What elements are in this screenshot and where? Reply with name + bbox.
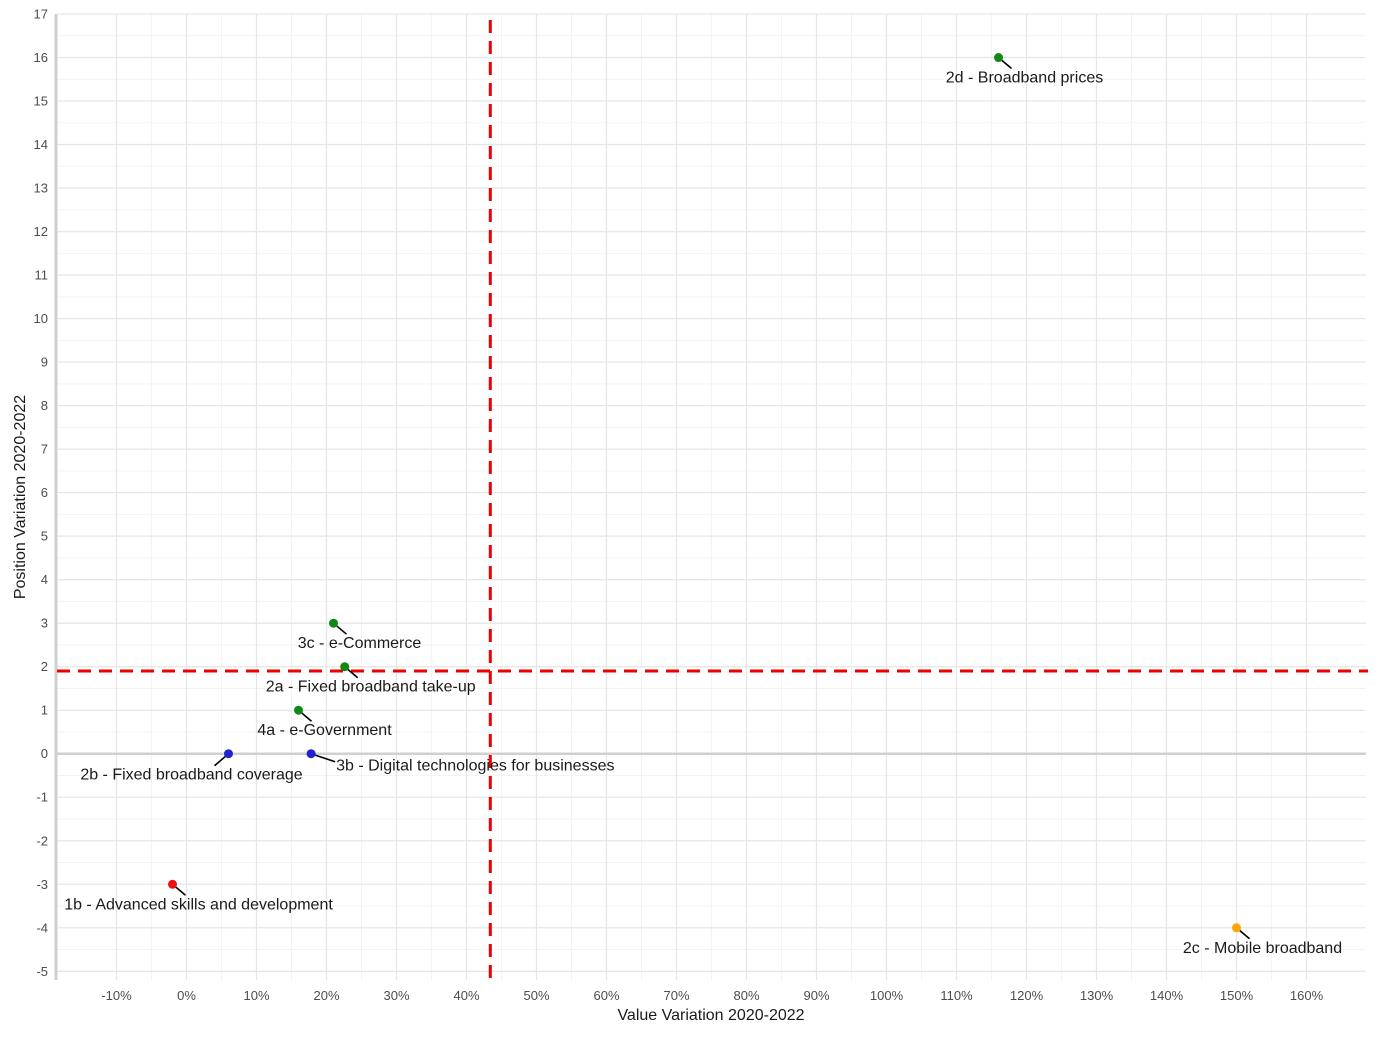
x-tick-label: 0%: [177, 988, 196, 1003]
y-tick-label: -3: [36, 877, 48, 892]
y-tick-label: 1: [41, 703, 48, 718]
data-point: [306, 749, 316, 759]
x-tick-label: 80%: [733, 988, 759, 1003]
point-label: 2c - Mobile broadband: [1183, 940, 1342, 957]
x-tick-label: 100%: [870, 988, 904, 1003]
y-axis-title: Position Variation 2020-2022: [12, 395, 29, 599]
y-tick-label: 11: [35, 268, 49, 283]
data-point: [329, 618, 338, 628]
data-point: [1232, 923, 1241, 933]
point-label: 3b - Digital technologies for businesses: [336, 758, 614, 775]
y-tick-label: 14: [34, 137, 48, 152]
grid-layer: [57, 13, 1366, 980]
data-point: [294, 705, 303, 715]
axis-layer: -10% 0% 10% 20% 30% 40% 50% 60% 70% 80% 90% 100% 110…: [34, 7, 1324, 1004]
x-tick-label: 70%: [663, 988, 689, 1003]
y-tick-label: 3: [41, 616, 48, 631]
x-tick-label: 10%: [243, 988, 269, 1003]
y-tick-label: 5: [41, 529, 48, 544]
point-label: 2b - Fixed broadband coverage: [80, 767, 302, 784]
x-tick-label: 40%: [453, 988, 479, 1003]
point-label: 2d - Broadband prices: [946, 70, 1103, 87]
x-axis-title: Value Variation 2020-2022: [617, 1007, 804, 1024]
x-tick-label: 140%: [1150, 988, 1184, 1003]
y-tick-label: -5: [36, 964, 48, 979]
data-point: [340, 662, 350, 672]
x-tick-label: 110%: [940, 988, 973, 1003]
x-tick-label: 50%: [523, 988, 549, 1003]
y-tick-label: 16: [34, 50, 48, 65]
x-tick-label: 130%: [1080, 988, 1114, 1003]
x-tick-label: 60%: [593, 988, 619, 1003]
chart-svg: -10% 0% 10% 20% 30% 40% 50% 60% 70% 80% 90% 100% 110…: [12, 7, 1368, 1024]
y-tick-label: 9: [41, 355, 48, 370]
x-tick-label: 30%: [383, 988, 409, 1003]
x-tick-label: -10%: [101, 988, 132, 1003]
y-tick-label: 17: [34, 7, 48, 22]
point-label: 3c - e-Commerce: [298, 635, 422, 652]
y-tick-label: 12: [34, 224, 48, 239]
y-tick-label: 15: [34, 94, 48, 109]
y-tick-label: 0: [41, 746, 48, 761]
data-point: [994, 53, 1003, 63]
y-tick-label: 4: [41, 572, 48, 587]
y-tick-label: 2: [41, 659, 48, 674]
data-point: [224, 749, 233, 759]
y-tick-label: 10: [34, 311, 48, 326]
point-label: 1b - Advanced skills and development: [64, 896, 333, 913]
point-label: 2a - Fixed broadband take-up: [266, 679, 476, 696]
y-tick-label: 6: [41, 485, 48, 500]
x-tick-label: 120%: [1010, 988, 1044, 1003]
y-tick-label: 7: [41, 442, 48, 457]
y-tick-label: 8: [41, 398, 48, 413]
point-label: 4a - e-Government: [257, 722, 392, 739]
x-tick-label: 90%: [803, 988, 829, 1003]
y-tick-label: -2: [36, 833, 48, 848]
scatter-chart: -10% 0% 10% 20% 30% 40% 50% 60% 70% 80% 90% 100% 110…: [0, 0, 1378, 1035]
y-tick-label: -1: [36, 790, 48, 805]
data-point: [168, 879, 177, 889]
y-tick-label: -4: [36, 920, 48, 935]
x-tick-label: 160%: [1290, 988, 1324, 1003]
x-tick-label: 20%: [313, 988, 339, 1003]
y-tick-label: 13: [34, 181, 48, 196]
x-tick-label: 150%: [1220, 988, 1254, 1003]
